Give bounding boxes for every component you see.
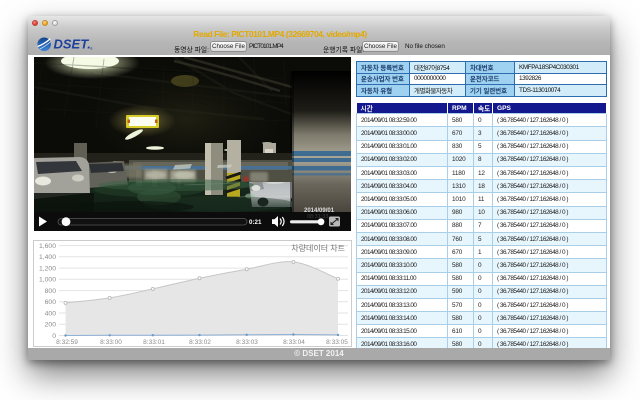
svg-text:400: 400 <box>45 310 57 317</box>
svg-text:1,600: 1,600 <box>39 243 56 250</box>
svg-text:8:33:02: 8:33:02 <box>189 339 211 346</box>
svg-text:8:33:01: 8:33:01 <box>143 339 165 346</box>
svg-text:600: 600 <box>45 299 57 306</box>
svg-text:1,400: 1,400 <box>39 254 56 261</box>
svg-text:1,200: 1,200 <box>39 266 56 273</box>
svg-text:8:33:04: 8:33:04 <box>283 339 305 346</box>
svg-text:0:21: 0:21 <box>249 219 262 226</box>
svg-text:800: 800 <box>45 288 57 295</box>
svg-text:8:33:05: 8:33:05 <box>326 339 348 346</box>
svg-text:8:33:00: 8:33:00 <box>100 339 122 346</box>
svg-text:8:32:59: 8:32:59 <box>56 339 78 346</box>
svg-text:8:33:03: 8:33:03 <box>236 339 258 346</box>
svg-text:200: 200 <box>45 322 57 329</box>
svg-text:차량데이터 차트: 차량데이터 차트 <box>291 243 345 253</box>
svg-text:1,000: 1,000 <box>39 277 56 284</box>
svg-text:08:31:33: 08:31:33 <box>307 214 328 220</box>
